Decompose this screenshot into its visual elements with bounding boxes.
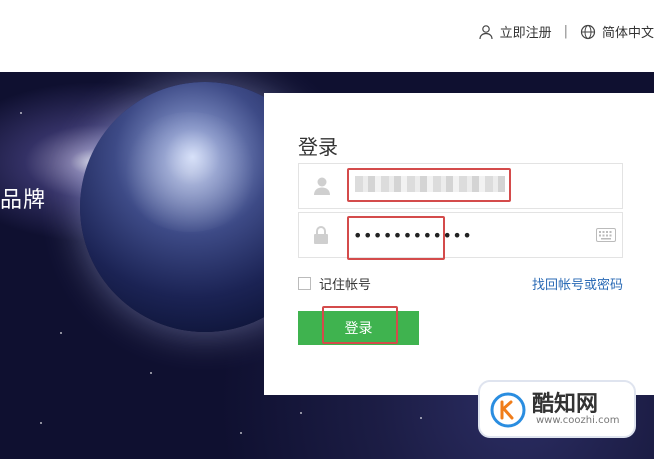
top-links: 立即注册 | 简体中文: [478, 22, 654, 41]
password-field[interactable]: ••••••••••••: [298, 212, 623, 260]
language-label: 简体中文: [601, 26, 654, 41]
register-link[interactable]: 立即注册: [478, 22, 552, 41]
remember-account[interactable]: 记住帐号: [298, 274, 371, 293]
coozhi-logo-icon: [490, 392, 526, 432]
login-panel: 登录 •••••••••••• 记住帐号 找回帐号或密码 登录: [264, 93, 654, 395]
lock-icon: [313, 225, 329, 249]
keyboard-icon[interactable]: [596, 227, 616, 246]
register-label: 立即注册: [499, 26, 552, 41]
top-bar: 立即注册 | 简体中文: [0, 0, 654, 72]
user-icon: [478, 24, 494, 40]
login-title: 登录: [298, 135, 338, 159]
remember-label: 记住帐号: [319, 278, 372, 293]
hero-text: 品牌: [0, 188, 47, 213]
login-button-label: 登录: [344, 321, 373, 337]
highlight-box: [347, 168, 511, 202]
username-field[interactable]: [298, 163, 623, 209]
highlight-box: [347, 216, 445, 260]
globe-icon: [580, 24, 596, 40]
separator: |: [563, 24, 568, 39]
language-select[interactable]: 简体中文: [580, 22, 654, 41]
coozhi-watermark: 酷知网 www.coozhi.com: [478, 380, 636, 438]
watermark-url: www.coozhi.com: [536, 415, 620, 426]
login-button[interactable]: 登录: [298, 306, 419, 345]
user-icon: [313, 176, 331, 200]
remember-checkbox[interactable]: [298, 277, 311, 290]
forgot-password-link[interactable]: 找回帐号或密码: [532, 274, 623, 293]
watermark-name: 酷知网: [532, 392, 599, 417]
